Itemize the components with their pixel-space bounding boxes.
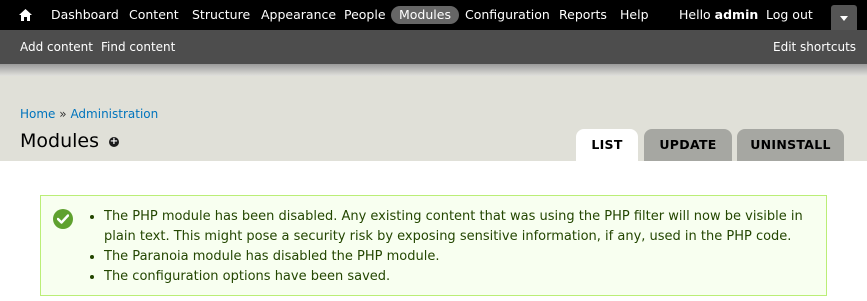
toolbar-item-dashboard[interactable]: Dashboard [51, 6, 119, 24]
breadcrumb-separator: » [59, 107, 67, 121]
plus-icon[interactable]: + [109, 137, 119, 147]
breadcrumb: Home » Administration [20, 107, 158, 121]
breadcrumb-administration-link[interactable]: Administration [70, 107, 158, 121]
tab-list[interactable]: LIST [576, 129, 638, 161]
message-list: The PHP module has been disabled. Any ex… [89, 207, 829, 287]
logout-link[interactable]: Log out [766, 6, 813, 24]
toolbar-shadow [0, 64, 867, 76]
shortcut-add-content[interactable]: Add content [20, 40, 93, 55]
home-icon[interactable] [18, 8, 33, 22]
status-messages: The PHP module has been disabled. Any ex… [40, 195, 827, 296]
toolbar-item-help[interactable]: Help [620, 6, 649, 24]
toolbar-item-people[interactable]: People [344, 6, 386, 24]
username-link[interactable]: admin [715, 7, 759, 22]
message-item: The Paranoia module has disabled the PHP… [104, 247, 829, 267]
toolbar-item-reports[interactable]: Reports [559, 6, 607, 24]
toolbar-item-structure[interactable]: Structure [192, 6, 250, 24]
toolbar-item-appearance[interactable]: Appearance [261, 6, 336, 24]
page-header: Home » Administration Modules + LIST UPD… [0, 76, 867, 161]
user-greeting: Hello admin [679, 6, 758, 24]
triangle-down-icon [840, 16, 848, 21]
toolbar-item-modules[interactable]: Modules [391, 6, 459, 24]
message-item: The configuration options have been save… [104, 267, 829, 287]
edit-shortcuts-link[interactable]: Edit shortcuts [773, 40, 856, 55]
shortcut-find-content[interactable]: Find content [101, 40, 175, 55]
shortcuts-toggle-button[interactable] [831, 5, 857, 30]
admin-toolbar: Dashboard Content Structure Appearance P… [0, 0, 867, 30]
tab-update[interactable]: UPDATE [644, 129, 732, 161]
checkmark-icon [53, 209, 73, 229]
shortcuts-bar: Add content Find content Edit shortcuts [0, 30, 867, 64]
page-title: Modules [20, 130, 99, 152]
toolbar-item-configuration[interactable]: Configuration [465, 6, 550, 24]
toolbar-item-content[interactable]: Content [129, 6, 179, 24]
greeting-prefix: Hello [679, 7, 711, 22]
breadcrumb-home-link[interactable]: Home [20, 107, 55, 121]
message-item: The PHP module has been disabled. Any ex… [104, 207, 829, 247]
tab-uninstall[interactable]: UNINSTALL [737, 129, 844, 161]
